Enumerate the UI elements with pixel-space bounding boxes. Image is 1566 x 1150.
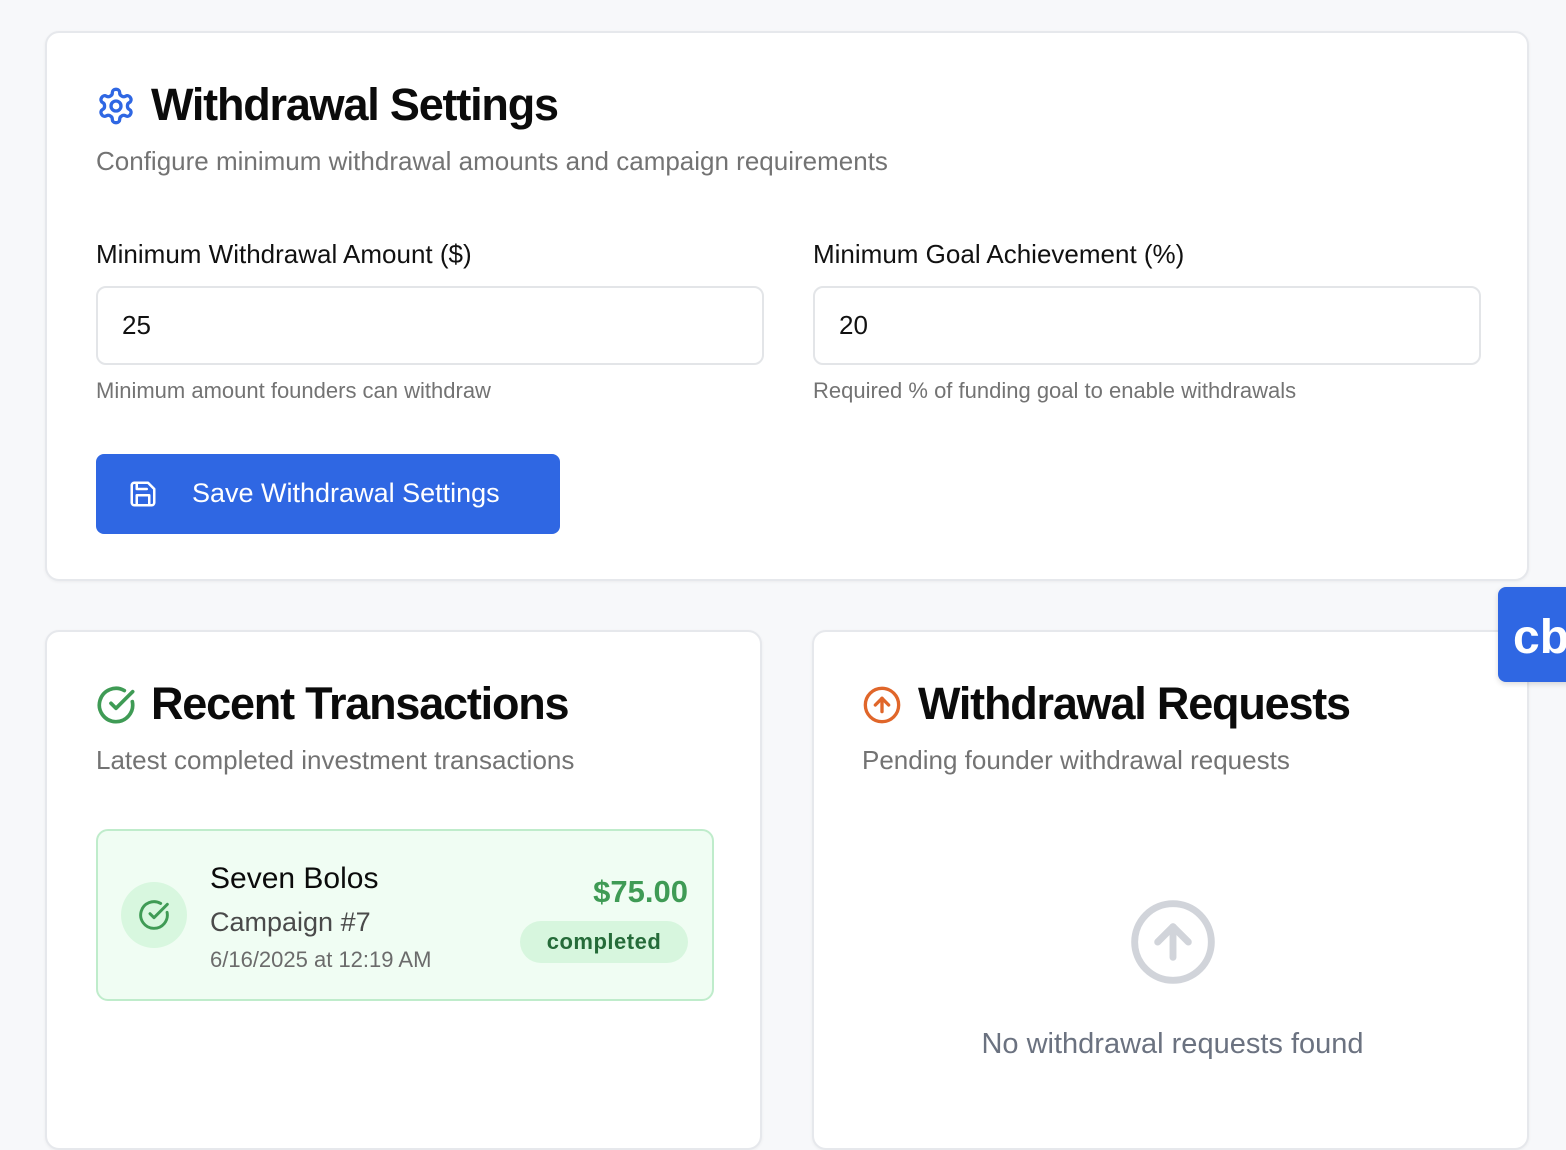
save-button-label: Save Withdrawal Settings [192,478,500,508]
recent-transactions-card: Recent Transactions Latest completed inv… [45,630,762,1150]
transaction-investor-name: Seven Bolos [210,862,379,895]
min-withdrawal-hint: Minimum amount founders can withdraw [96,378,491,403]
min-goal-input[interactable] [813,286,1481,365]
settings-title: Withdrawal Settings [151,79,559,130]
transaction-item[interactable]: Seven Bolos Campaign #7 6/16/2025 at 12:… [96,829,714,1001]
settings-subtitle: Configure minimum withdrawal amounts and… [96,146,888,176]
widget-label: cb [1513,611,1566,664]
withdrawals-title: Withdrawal Requests [918,678,1351,729]
min-goal-hint: Required % of funding goal to enable wit… [813,378,1297,403]
transaction-status-icon-wrap [121,882,187,948]
transactions-subtitle: Latest completed investment transactions [96,745,575,775]
withdrawal-settings-card: Withdrawal Settings Configure minimum wi… [45,31,1529,581]
min-withdrawal-input[interactable] [96,286,764,365]
transaction-status-badge: completed [520,921,688,963]
withdrawals-subtitle: Pending founder withdrawal requests [862,745,1290,775]
check-circle-icon [139,900,169,930]
gear-icon [99,87,133,125]
min-goal-label: Minimum Goal Achievement (%) [813,239,1185,269]
arrow-up-circle-icon [1131,900,1215,984]
transaction-amount: $75.00 [593,874,688,909]
save-withdrawal-settings-button[interactable]: Save Withdrawal Settings [96,454,560,534]
withdrawal-requests-card: Withdrawal Requests Pending founder with… [812,630,1529,1150]
floating-chat-widget[interactable]: cb [1498,587,1566,682]
check-circle-icon [97,686,135,724]
save-icon [130,481,156,507]
transaction-campaign: Campaign #7 [210,907,371,937]
arrow-up-circle-icon [863,686,901,724]
transaction-date: 6/16/2025 at 12:19 AM [210,947,432,972]
withdrawals-empty-text: No withdrawal requests found [981,1028,1364,1060]
min-withdrawal-label: Minimum Withdrawal Amount ($) [96,239,472,269]
transactions-title: Recent Transactions [151,678,570,729]
